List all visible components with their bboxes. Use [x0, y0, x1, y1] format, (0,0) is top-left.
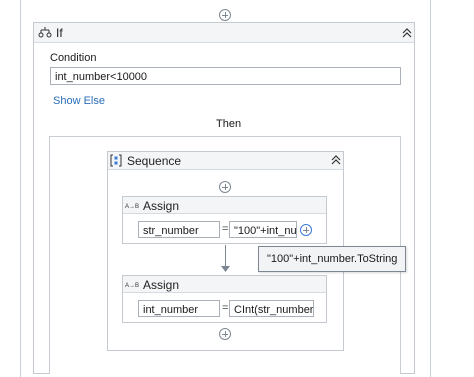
- if-title: If: [56, 26, 63, 40]
- expression-tooltip: "100"+int_number.ToString: [258, 246, 407, 272]
- assign-title: Assign: [143, 278, 180, 292]
- show-else-link[interactable]: Show Else: [53, 95, 105, 107]
- assign-title: Assign: [143, 199, 180, 213]
- equals-sign: =: [222, 302, 229, 314]
- assign-activity-icon: A→B: [125, 283, 139, 289]
- condition-label: Condition: [50, 52, 97, 64]
- add-activity-icon[interactable]: [219, 328, 231, 340]
- add-activity-icon[interactable]: [219, 181, 231, 193]
- connector-line: [225, 245, 226, 267]
- collapse-chevron-icon[interactable]: [330, 154, 342, 166]
- svg-text:A→B: A→B: [125, 283, 139, 289]
- assign-to-field[interactable]: int_number: [138, 300, 220, 317]
- expression-editor-icon[interactable]: [300, 224, 312, 236]
- canvas-left-border: [20, 0, 21, 377]
- sequence-title: Sequence: [127, 154, 182, 168]
- assign-activity-icon: A→B: [125, 204, 139, 210]
- then-label: Then: [216, 118, 242, 130]
- assign-value-field[interactable]: "100"+int_nun: [229, 221, 297, 238]
- assign-value-field[interactable]: CInt(str_number): [229, 300, 314, 317]
- add-activity-icon[interactable]: [219, 9, 231, 21]
- sequence-activity-icon: [110, 154, 122, 167]
- condition-field[interactable]: int_number<10000: [50, 67, 401, 85]
- svg-text:A→B: A→B: [125, 204, 139, 210]
- if-header: [34, 23, 414, 43]
- assign-to-field[interactable]: str_number: [138, 221, 220, 238]
- canvas-right-border: [430, 0, 431, 377]
- if-activity-icon: [38, 27, 52, 38]
- collapse-chevron-icon[interactable]: [401, 27, 413, 39]
- equals-sign: =: [222, 223, 229, 235]
- connector-arrow-icon: [221, 266, 230, 272]
